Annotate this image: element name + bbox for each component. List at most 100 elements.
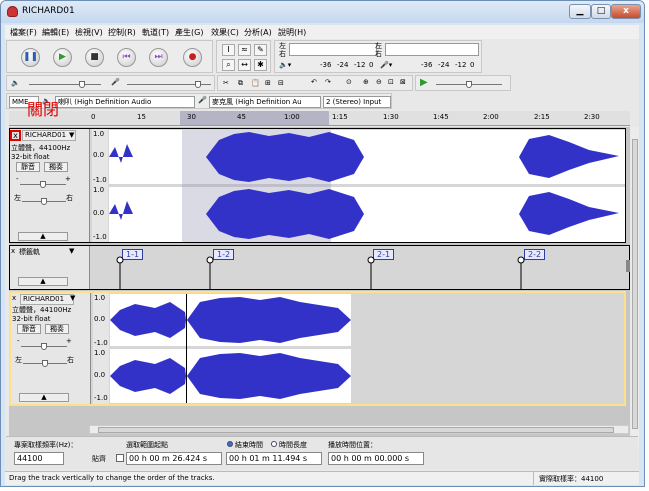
timeline-tick: 1:30 bbox=[383, 113, 399, 121]
trim-icon[interactable]: ⊞ bbox=[265, 79, 271, 87]
collapse-label-track-icon[interactable]: ▲ bbox=[18, 277, 68, 286]
play-button[interactable]: ▶ bbox=[53, 48, 72, 67]
label-track-close-icon[interactable]: x bbox=[11, 247, 15, 255]
audacity-window: RICHARD01 ▁ □ x 檔案(F) 編輯(E) 檢視(V) 控制(R) … bbox=[0, 0, 645, 487]
label-track-panel[interactable]: x 標籤軌 ▼ ▲ bbox=[10, 246, 90, 289]
title-bar[interactable]: RICHARD01 ▁ □ x bbox=[1, 1, 644, 23]
track-2-control-panel[interactable]: x RICHARD01 ▼ 立體聲，44100Hz 32-bit float 靜… bbox=[11, 293, 91, 404]
length-radio[interactable] bbox=[271, 441, 277, 447]
collapse-track-2-icon[interactable]: ▲ bbox=[19, 393, 69, 402]
menu-effect[interactable]: 效果(C) bbox=[211, 27, 239, 38]
selection-tool-icon[interactable]: I bbox=[222, 44, 235, 56]
track-menu-arrow-icon[interactable]: ▼ bbox=[69, 131, 74, 139]
close-window-button[interactable]: x bbox=[611, 4, 641, 19]
zoom-tool-icon[interactable]: ⌕ bbox=[222, 59, 235, 71]
skip-to-start-button[interactable]: ⏮ bbox=[117, 48, 136, 67]
draw-tool-icon[interactable]: ✎ bbox=[254, 44, 267, 56]
menu-help[interactable]: 說明(H) bbox=[278, 27, 306, 38]
solo-button[interactable]: 獨奏 bbox=[44, 162, 68, 172]
menu-tracks[interactable]: 軌道(T) bbox=[142, 27, 169, 38]
track-2-mute-button[interactable]: 靜音 bbox=[17, 324, 41, 334]
menu-generate[interactable]: 產生(G) bbox=[175, 27, 203, 38]
track-close-icon[interactable]: x bbox=[10, 130, 21, 141]
playback-meter[interactable] bbox=[289, 43, 377, 56]
track-2-name-menu[interactable]: RICHARD01 bbox=[20, 294, 74, 305]
audio-track-2[interactable]: x RICHARD01 ▼ 立體聲，44100Hz 32-bit float 靜… bbox=[9, 291, 626, 406]
track-name-menu[interactable]: RICHARD01 bbox=[22, 130, 76, 141]
track-2-close-icon[interactable]: x bbox=[12, 294, 16, 302]
envelope-tool-icon[interactable]: ≈ bbox=[238, 44, 251, 56]
vertical-scroll-thumb[interactable] bbox=[632, 139, 638, 429]
mic-device-icon: 🎤 bbox=[198, 96, 207, 104]
record-button[interactable]: ● bbox=[183, 48, 202, 67]
minimize-button[interactable]: ▁ bbox=[569, 4, 591, 19]
menu-edit[interactable]: 編輯(E) bbox=[42, 27, 69, 38]
collapse-track-icon[interactable]: ▲ bbox=[18, 232, 68, 241]
speed-knob[interactable] bbox=[466, 81, 472, 88]
input-device-select[interactable]: 麥克風 (High Definition Au bbox=[209, 96, 321, 108]
menu-analyze[interactable]: 分析(A) bbox=[244, 27, 272, 38]
paste-icon[interactable]: 📋 bbox=[251, 79, 260, 87]
selection-end-field[interactable]: 00 h 01 m 11.494 s bbox=[226, 452, 322, 465]
track-2-menu-arrow-icon[interactable]: ▼ bbox=[70, 294, 75, 302]
input-channels-select[interactable]: 2 (Stereo) Input bbox=[323, 96, 391, 108]
menu-file[interactable]: 檔案(F) bbox=[10, 27, 37, 38]
undo-icon[interactable]: ↶ bbox=[311, 78, 317, 86]
timeline-ruler[interactable]: 0 15 30 45 1:00 1:15 1:30 1:45 2:00 2:15… bbox=[9, 111, 630, 126]
audio-track-1[interactable]: x RICHARD01 ▼ 立體聲，44100Hz 32-bit float 靜… bbox=[9, 128, 626, 243]
vertical-scrollbar[interactable] bbox=[631, 127, 639, 447]
skip-to-end-button[interactable]: ⏭ bbox=[149, 48, 168, 67]
snap-to-label: 貼齊 bbox=[92, 455, 106, 463]
mute-button[interactable]: 靜音 bbox=[16, 162, 40, 172]
label-track[interactable]: x 標籤軌 ▼ ▲ 1-1 1-2 2-1 2-2 bbox=[9, 245, 630, 290]
output-volume-slider[interactable] bbox=[29, 84, 101, 85]
copy-icon[interactable]: ⧉ bbox=[238, 79, 243, 88]
zoom-in-icon[interactable]: ⊕ bbox=[363, 78, 369, 86]
pan-right: 右 bbox=[66, 194, 73, 202]
gain-knob[interactable] bbox=[40, 181, 46, 188]
meter-tick: 0 bbox=[369, 61, 374, 69]
end-radio[interactable] bbox=[227, 441, 233, 447]
pan-knob[interactable] bbox=[41, 198, 47, 205]
output-device-select[interactable]: 喇叭 (High Definition Audio bbox=[55, 96, 195, 108]
pause-button[interactable]: ❚❚ bbox=[21, 48, 40, 67]
cut-icon[interactable]: ✂ bbox=[223, 79, 229, 87]
timeshift-tool-icon[interactable]: ↔ bbox=[238, 59, 251, 71]
project-rate-select[interactable]: 44100 bbox=[14, 452, 64, 465]
record-meter[interactable] bbox=[385, 43, 479, 56]
stop-button[interactable]: ■ bbox=[85, 48, 104, 67]
maximize-button[interactable]: □ bbox=[591, 4, 611, 19]
output-volume-knob[interactable] bbox=[79, 81, 85, 88]
input-volume-knob[interactable] bbox=[195, 81, 201, 88]
track-2-pan-left: 左 bbox=[15, 356, 22, 364]
menu-transport[interactable]: 控制(R) bbox=[108, 27, 136, 38]
label-track-menu-arrow-icon[interactable]: ▼ bbox=[69, 247, 74, 255]
meter-toolbar: 左 右 左 右 🔈▾ -36 -24 -12 0 🎤▾ -36 -24 -12 … bbox=[274, 40, 482, 73]
redo-icon[interactable]: ↷ bbox=[325, 78, 331, 86]
horizontal-scrollbar[interactable] bbox=[89, 425, 629, 434]
track-2-gain-knob[interactable] bbox=[41, 343, 47, 350]
audio-position-field[interactable]: 00 h 00 m 00.000 s bbox=[328, 452, 424, 465]
label-track-name[interactable]: 標籤軌 bbox=[19, 247, 40, 257]
sync-lock-icon[interactable]: ⊙ bbox=[346, 78, 352, 86]
track-2-pan-knob[interactable] bbox=[42, 360, 48, 367]
snap-to-checkbox[interactable] bbox=[116, 454, 124, 462]
scale-label: -1.0 bbox=[93, 233, 107, 241]
silence-icon[interactable]: ⊟ bbox=[278, 79, 284, 87]
track-2-solo-button[interactable]: 獨奏 bbox=[45, 324, 69, 334]
timeline-tick: 30 bbox=[187, 113, 196, 121]
horizontal-scroll-thumb[interactable] bbox=[98, 427, 614, 433]
length-radio-label: 時間長度 bbox=[279, 441, 307, 449]
actual-rate: 實際取樣率：44100 bbox=[539, 475, 604, 483]
multi-tool-icon[interactable]: ✱ bbox=[254, 59, 267, 71]
play-at-speed-icon[interactable]: ▶ bbox=[420, 77, 428, 88]
menu-view[interactable]: 檢視(V) bbox=[75, 27, 103, 38]
fit-selection-icon[interactable]: ⊡ bbox=[388, 78, 394, 86]
audio-position-label: 播放時間位置： bbox=[328, 441, 377, 449]
fit-project-icon[interactable]: ⊠ bbox=[400, 78, 406, 86]
zoom-out-icon[interactable]: ⊖ bbox=[376, 78, 382, 86]
selection-start-field[interactable]: 00 h 00 m 26.424 s bbox=[126, 452, 222, 465]
track-1-control-panel[interactable]: x RICHARD01 ▼ 立體聲，44100Hz 32-bit float 靜… bbox=[10, 129, 90, 242]
label-markers bbox=[116, 256, 525, 290]
track-2-gain-plus: + bbox=[66, 337, 72, 345]
